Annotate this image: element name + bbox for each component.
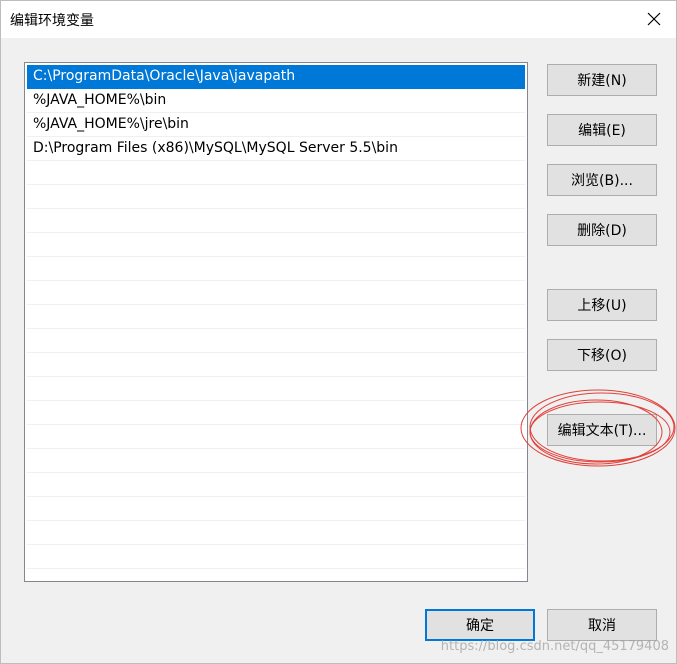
empty-row[interactable] — [27, 305, 525, 329]
path-list-item-3[interactable]: %JAVA_HOME%\jre\bin — [27, 113, 525, 137]
empty-row[interactable] — [27, 425, 525, 449]
empty-row[interactable] — [27, 497, 525, 521]
title-bar: 编辑环境变量 — [0, 0, 677, 38]
move-down-button[interactable]: 下移(O) — [547, 339, 657, 371]
move-up-button[interactable]: 上移(U) — [547, 289, 657, 321]
edit-button[interactable]: 编辑(E) — [547, 114, 657, 146]
close-button[interactable] — [631, 0, 677, 38]
close-icon — [647, 12, 661, 26]
empty-row[interactable] — [27, 521, 525, 545]
path-list[interactable]: C:\ProgramData\Oracle\Java\javapath %JAV… — [24, 62, 528, 582]
empty-row[interactable] — [27, 545, 525, 569]
empty-row[interactable] — [27, 401, 525, 425]
empty-row[interactable] — [27, 353, 525, 377]
empty-row[interactable] — [27, 257, 525, 281]
browse-button[interactable]: 浏览(B)... — [547, 164, 657, 196]
empty-row[interactable] — [27, 473, 525, 497]
empty-row[interactable] — [27, 185, 525, 209]
empty-row[interactable] — [27, 233, 525, 257]
path-list-item-1[interactable]: C:\ProgramData\Oracle\Java\javapath — [27, 65, 525, 89]
delete-button[interactable]: 删除(D) — [547, 214, 657, 246]
watermark: https://blog.csdn.net/qq_45179408 — [440, 639, 669, 654]
path-list-item-4[interactable]: D:\Program Files (x86)\MySQL\MySQL Serve… — [27, 137, 525, 161]
empty-row[interactable] — [27, 449, 525, 473]
empty-row[interactable] — [27, 281, 525, 305]
empty-row[interactable] — [27, 161, 525, 185]
ok-button[interactable]: 确定 — [425, 609, 535, 641]
empty-row[interactable] — [27, 209, 525, 233]
empty-row[interactable] — [27, 329, 525, 353]
empty-row[interactable] — [27, 377, 525, 401]
new-button[interactable]: 新建(N) — [547, 64, 657, 96]
cancel-button[interactable]: 取消 — [547, 609, 657, 641]
path-list-item-2[interactable]: %JAVA_HOME%\bin — [27, 89, 525, 113]
window-title: 编辑环境变量 — [10, 13, 94, 29]
edit-text-button[interactable]: 编辑文本(T)... — [547, 414, 657, 446]
